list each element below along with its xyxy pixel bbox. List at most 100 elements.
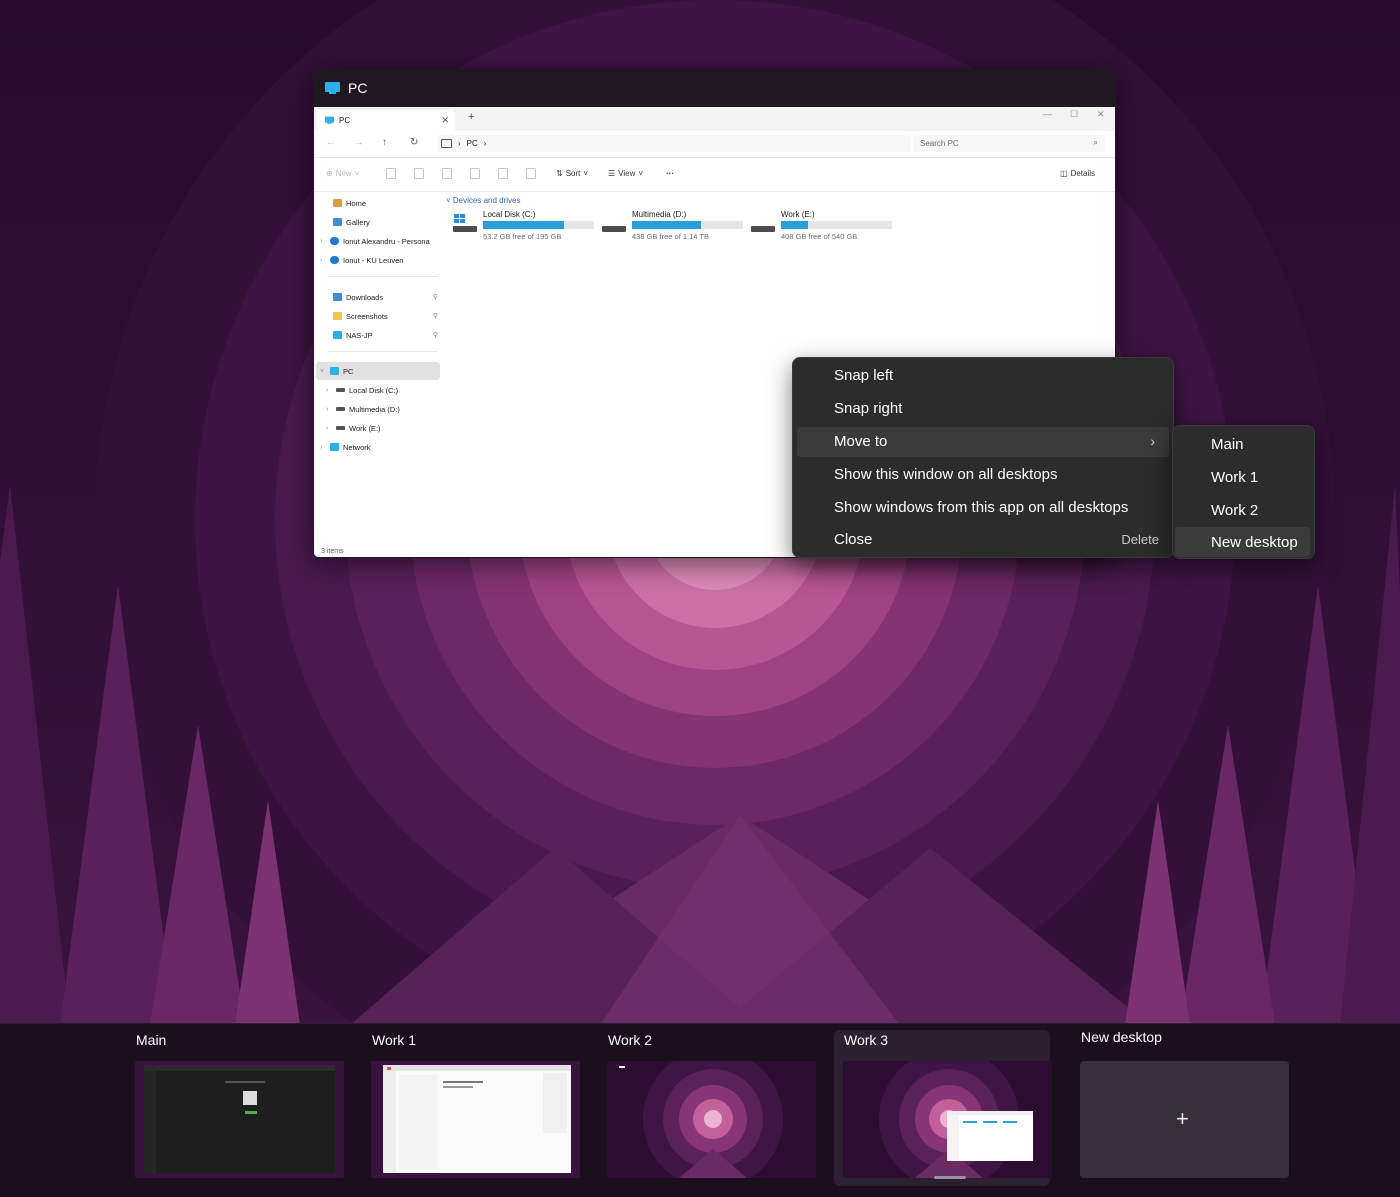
refresh-icon: ↻: [410, 137, 419, 148]
menu-item-snap-left[interactable]: Snap left: [797, 361, 1169, 391]
chevron-right-icon: ›: [326, 386, 329, 394]
search-icon: ⌕: [1093, 138, 1098, 147]
nav-screenshots: Screenshots ⚲: [333, 309, 439, 323]
nav-onedrive-personal: › Ionut Alexandru - Persona: [320, 234, 430, 248]
explorer-tab: PC ✕: [317, 110, 455, 131]
share-icon: [498, 168, 508, 179]
rename-icon: [470, 168, 480, 179]
drive-usage-bar: [781, 221, 892, 229]
new-desktop-label: New desktop: [1081, 1029, 1162, 1045]
new-desktop-button[interactable]: +: [1080, 1061, 1289, 1178]
menu-item-show-window-all-desktops[interactable]: Show this window on all desktops: [797, 460, 1169, 490]
window-title: PC: [348, 80, 368, 96]
nav-cloud2-label: Ionut - KU Leuven: [343, 255, 404, 265]
submenu-item-work-2[interactable]: Work 2: [1175, 495, 1310, 525]
nav-home: Home: [333, 196, 366, 210]
desktop-thumbnail[interactable]: [843, 1061, 1052, 1178]
desktop-label: Work 2: [608, 1032, 653, 1048]
details-pane-icon: ◫: [1060, 169, 1068, 178]
drive-icon: [336, 407, 345, 411]
nav-nas-label: NAS-JP: [346, 330, 373, 340]
view-button: ☰ View ˅: [608, 169, 643, 178]
nav-onedrive-kuleuven: › Ionut - KU Leuven: [320, 253, 403, 267]
drive-usage-bar: [632, 221, 743, 229]
desktop-thumbnail[interactable]: [371, 1061, 580, 1178]
new-button: ⊕ New ˅: [326, 169, 359, 178]
drive-free-space: 53.2 GB free of 195 GB: [483, 232, 562, 241]
new-tab-icon: +: [468, 111, 475, 123]
nav-downloads: Downloads ⚲: [333, 290, 439, 304]
tab-pc-icon: [325, 116, 334, 125]
delete-icon: [526, 168, 536, 179]
nav-multimedia-label: Multimedia (D:): [349, 404, 400, 414]
nav-local-disk: › Local Disk (C:): [326, 383, 398, 397]
more-options-icon: ···: [666, 169, 674, 178]
active-desktop-indicator: [934, 1176, 966, 1179]
nav-local-label: Local Disk (C:): [349, 385, 399, 395]
details-button: ◫ Details: [1060, 169, 1095, 178]
menu-label: Snap left: [834, 367, 894, 384]
pin-icon: ⚲: [432, 294, 438, 301]
desktop-thumbnail-image: [371, 1061, 580, 1178]
nav-home-label: Home: [346, 198, 367, 208]
group-header: ˅ Devices and drives: [446, 196, 521, 205]
home-icon: [333, 199, 342, 207]
drive-icon: [751, 218, 775, 232]
menu-label: Show this window on all desktops: [834, 466, 1058, 483]
desktop-work-1[interactable]: Work 1: [369, 1024, 585, 1186]
drive-usage-fill: [632, 221, 701, 229]
desktop-work-2[interactable]: Work 2: [605, 1024, 821, 1186]
drive-tile-c: Local Disk (C:) 53.2 GB free of 195 GB: [453, 210, 601, 244]
submenu-item-new-desktop[interactable]: New desktop: [1175, 527, 1310, 557]
submenu-item-work-1[interactable]: Work 1: [1175, 462, 1310, 492]
pc-icon: [330, 367, 339, 375]
chevron-right-icon: ›: [320, 443, 323, 451]
drive-usage-bar: [483, 221, 594, 229]
chevron-down-icon: ˅: [320, 367, 325, 375]
desktop-thumbnail-image: [135, 1061, 344, 1178]
drive-usage-fill: [781, 221, 808, 229]
search-placeholder: Search PC: [920, 139, 959, 148]
chevron-down-icon: ˅: [583, 169, 589, 178]
drive-tile-e: Work (E:) 408 GB free of 540 GB: [751, 210, 899, 244]
new-desktop[interactable]: New desktop +: [1078, 1024, 1294, 1186]
chevron-right-icon: ›: [326, 424, 329, 432]
chevron-right-icon: ›: [320, 237, 323, 245]
desktop-thumbnail[interactable]: [135, 1061, 344, 1178]
chevron-right-icon: ›: [320, 256, 323, 264]
drive-icon: [336, 388, 345, 392]
desktop-work-3[interactable]: Work 3: [834, 1030, 1052, 1186]
drive-name: Local Disk (C:): [483, 210, 536, 219]
submenu-label: Main: [1211, 436, 1244, 453]
network-icon: [330, 443, 339, 451]
chevron-down-icon: ˅: [638, 169, 644, 178]
menu-item-close[interactable]: Close Delete: [797, 525, 1169, 555]
copy-icon: [414, 168, 424, 179]
menu-item-snap-right[interactable]: Snap right: [797, 394, 1169, 424]
window-context-menu: Snap left Snap right Move to › Show this …: [792, 357, 1174, 558]
menu-item-move-to[interactable]: Move to ›: [797, 427, 1169, 457]
drive-icon: [336, 426, 345, 430]
nav-pc-label: PC: [343, 366, 354, 376]
drive-free-space: 408 GB free of 540 GB: [781, 232, 858, 241]
chevron-down-icon: ˅: [354, 169, 360, 178]
drive-free-space: 438 GB free of 1.14 TB: [632, 232, 709, 241]
cloud-icon: [330, 237, 339, 245]
chevron-right-icon: ›: [483, 139, 487, 148]
view-icon: ☰: [608, 169, 616, 178]
pin-icon: ⚲: [432, 313, 438, 320]
breadcrumb-pc: PC: [466, 139, 478, 148]
tab-close-icon: ✕: [441, 115, 449, 125]
menu-item-show-app-all-desktops[interactable]: Show windows from this app on all deskto…: [797, 493, 1169, 523]
forward-arrow-icon: →: [354, 137, 364, 148]
status-bar-text: 3 items: [321, 548, 344, 555]
search-box: Search PC ⌕: [913, 135, 1105, 152]
desktop-main[interactable]: Main: [133, 1024, 349, 1186]
desktop-label: Main: [136, 1032, 167, 1048]
nav-work: › Work (E:): [326, 421, 381, 435]
chevron-right-icon: ›: [458, 139, 461, 148]
desktop-thumbnail[interactable]: [607, 1061, 816, 1178]
nav-screenshots-label: Screenshots: [346, 311, 388, 321]
submenu-item-main[interactable]: Main: [1175, 429, 1310, 459]
sort-label: Sort: [565, 169, 581, 178]
